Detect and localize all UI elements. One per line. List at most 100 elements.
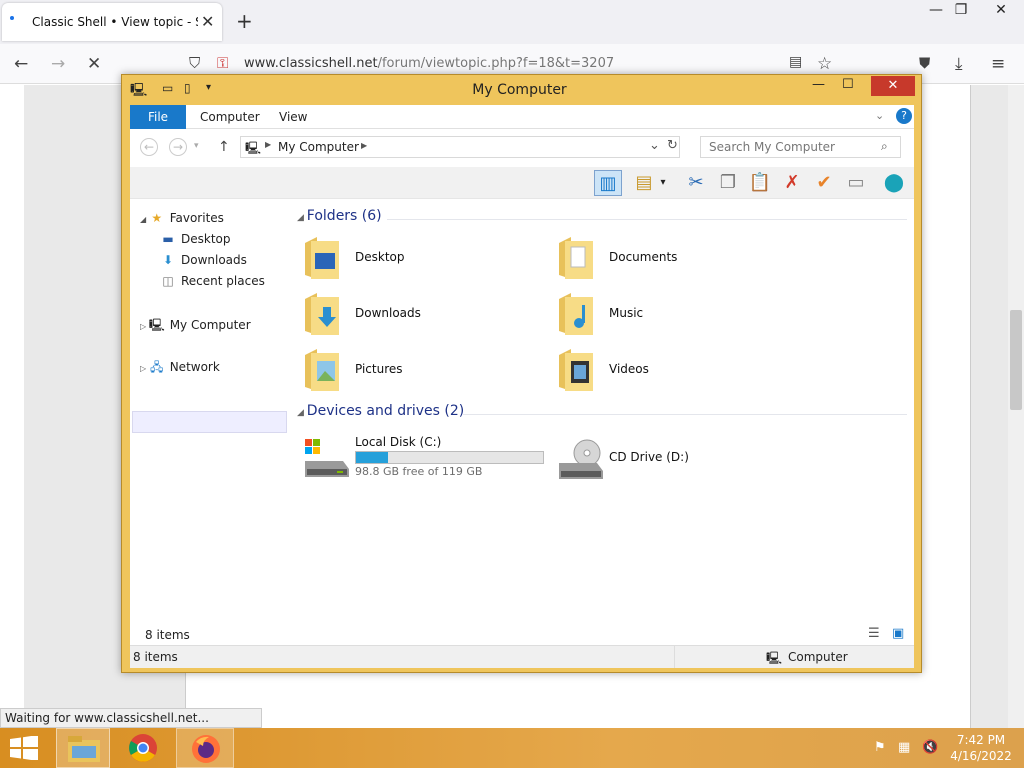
nav-item-recent[interactable]: ◫ Recent places [160, 274, 265, 288]
item-label: Videos [609, 362, 649, 376]
system-clock[interactable]: 7:42 PM 4/16/2022 [946, 732, 1016, 764]
nav-item-downloads[interactable]: ⬇ Downloads [160, 253, 247, 267]
restore-icon[interactable]: ❐ [946, 2, 976, 18]
taskbar: ⚑ ▦ 🔇 7:42 PM 4/16/2022 [0, 728, 1024, 768]
minimize-icon[interactable]: — [812, 77, 825, 92]
folder-videos[interactable]: Videos [557, 345, 797, 397]
nav-my-computer[interactable]: ▷ 🖳 My Computer [140, 316, 251, 337]
group-divider [387, 219, 907, 220]
details-view-icon[interactable]: ☰ [868, 626, 880, 641]
network-status-icon[interactable]: ▦ [898, 740, 910, 755]
address-text: My Computer [278, 140, 359, 154]
taskbar-explorer[interactable] [56, 728, 110, 768]
shield-icon[interactable]: ⛉ [189, 54, 200, 72]
drive-cd[interactable]: CD Drive (D:) [557, 433, 797, 485]
start-button[interactable] [0, 728, 48, 768]
action-center-icon[interactable]: ⚑ [874, 740, 886, 755]
nav-network[interactable]: ▷ 🖧 Network [140, 358, 220, 379]
bookmark-star-icon[interactable]: ☆ [817, 54, 832, 74]
close-window-icon[interactable]: ✕ [986, 2, 1016, 18]
back-icon[interactable]: ← [140, 138, 158, 156]
search-input[interactable]: Search My Computer ⌕ [700, 136, 901, 158]
forward-icon[interactable]: → [51, 54, 65, 74]
devices-group-header[interactable]: ◢ Devices and drives (2) [297, 403, 464, 419]
menu-icon[interactable]: ≡ [991, 54, 1005, 74]
status-location: Computer [788, 650, 848, 664]
expand-icon[interactable]: ▷ [140, 322, 149, 331]
folder-pictures[interactable]: Pictures [303, 345, 543, 397]
folder-desktop[interactable]: Desktop [303, 233, 543, 285]
cut-icon[interactable]: ✂ [682, 170, 710, 196]
nav-item-desktop[interactable]: ▬ Desktop [160, 232, 230, 246]
forward-icon[interactable]: → [169, 138, 187, 156]
paste-icon[interactable]: 📋 [746, 170, 774, 196]
folder-documents[interactable]: Documents [557, 233, 797, 285]
url-path: /forum/viewtopic.php?f=18&t=3207 [377, 56, 615, 71]
chevron-down-icon[interactable]: ⌄ [875, 109, 884, 122]
url-bar[interactable]: www.classicshell.net/forum/viewtopic.php… [244, 56, 614, 71]
folder-downloads[interactable]: Downloads [303, 289, 543, 341]
firefox-icon [192, 735, 220, 763]
stop-icon[interactable]: ✕ [87, 54, 101, 74]
maximize-icon[interactable]: ☐ [842, 77, 854, 92]
back-icon[interactable]: ← [14, 54, 28, 74]
collapse-icon[interactable]: ◢ [297, 213, 307, 223]
reader-view-icon[interactable]: ▤ [789, 54, 802, 70]
collapse-icon[interactable]: ◢ [297, 408, 307, 418]
expand-icon[interactable]: ◢ [140, 215, 149, 224]
taskbar-chrome[interactable] [118, 728, 168, 768]
tab-file[interactable]: File [130, 105, 186, 129]
nav-label: Recent places [181, 274, 265, 288]
close-icon[interactable]: ✕ [871, 76, 915, 96]
tab-view[interactable]: View [279, 110, 307, 124]
page-scrollbar-thumb[interactable] [1010, 310, 1022, 410]
hard-drive-icon [305, 439, 349, 477]
chevron-right-icon[interactable]: ▶ [265, 140, 271, 149]
tab-computer[interactable]: Computer [200, 110, 260, 124]
status-divider [674, 646, 675, 668]
preview-pane-icon[interactable]: ▥ [594, 170, 622, 196]
recent-dropdown-icon[interactable]: ▾ [194, 141, 199, 151]
browser-tab[interactable]: Classic Shell • View topic - Start ✕ [2, 3, 222, 41]
refresh-icon[interactable]: ↻ [667, 138, 678, 153]
insecure-lock-icon[interactable]: ⚿ [217, 54, 228, 72]
large-icons-view-icon[interactable]: ▣ [892, 626, 904, 641]
taskbar-firefox[interactable] [176, 728, 234, 768]
new-tab-button[interactable]: + [236, 9, 253, 33]
address-bar[interactable]: 🖳 ▶ My Computer ▶ ⌄ ↻ [240, 136, 680, 158]
help-icon[interactable]: ? [896, 108, 912, 124]
options-dropdown-icon[interactable]: ▾ [656, 170, 670, 196]
navigation-pane: ◢ ★ Favorites ▬ Desktop ⬇ Downloads ◫ Recent… [130, 205, 290, 625]
expand-icon[interactable]: ▷ [140, 364, 149, 373]
item-label: Desktop [355, 250, 405, 264]
pocket-icon[interactable]: ⛊ [919, 54, 930, 72]
clock-date: 4/16/2022 [950, 749, 1012, 763]
volume-muted-icon[interactable]: 🔇 [922, 740, 938, 755]
search-icon[interactable]: ⌕ [881, 139, 888, 154]
up-icon[interactable]: ↑ [218, 139, 230, 155]
drive-local-disk[interactable]: Local Disk (C:) 98.8 GB free of 119 GB [303, 433, 563, 485]
group-label: Folders (6) [306, 208, 382, 224]
folder-options-icon[interactable]: ▤ [630, 170, 658, 196]
recent-places-icon: ◫ [162, 274, 174, 288]
drive-label: CD Drive (D:) [609, 450, 689, 464]
properties-check-icon[interactable]: ✔ [810, 170, 838, 196]
folder-music[interactable]: Music [557, 289, 797, 341]
star-icon: ★ [151, 211, 163, 225]
close-tab-icon[interactable]: ✕ [201, 12, 214, 31]
nav-favorites[interactable]: ◢ ★ Favorites [140, 211, 224, 225]
chevron-right-icon[interactable]: ▶ [361, 141, 367, 150]
nav-label: Favorites [169, 211, 224, 225]
delete-icon[interactable]: ✗ [778, 170, 806, 196]
explorer-title-bar[interactable]: 🖳 ▭ ▯ ▾ My Computer — ☐ ✕ [122, 75, 923, 105]
folders-group-header[interactable]: ◢ Folders (6) [297, 208, 382, 224]
email-icon[interactable]: ▭ [842, 170, 870, 196]
download-icon[interactable]: ⤓ [955, 54, 963, 74]
network-icon: 🖧 [150, 360, 164, 374]
url-host: www.classicshell.net [244, 56, 378, 71]
folder-icon [559, 237, 593, 279]
disk-usage-bar [355, 451, 544, 464]
copy-icon[interactable]: ❐ [714, 170, 742, 196]
classic-shell-icon[interactable]: ⬤ [880, 170, 908, 196]
address-dropdown-icon[interactable]: ⌄ [649, 138, 660, 153]
